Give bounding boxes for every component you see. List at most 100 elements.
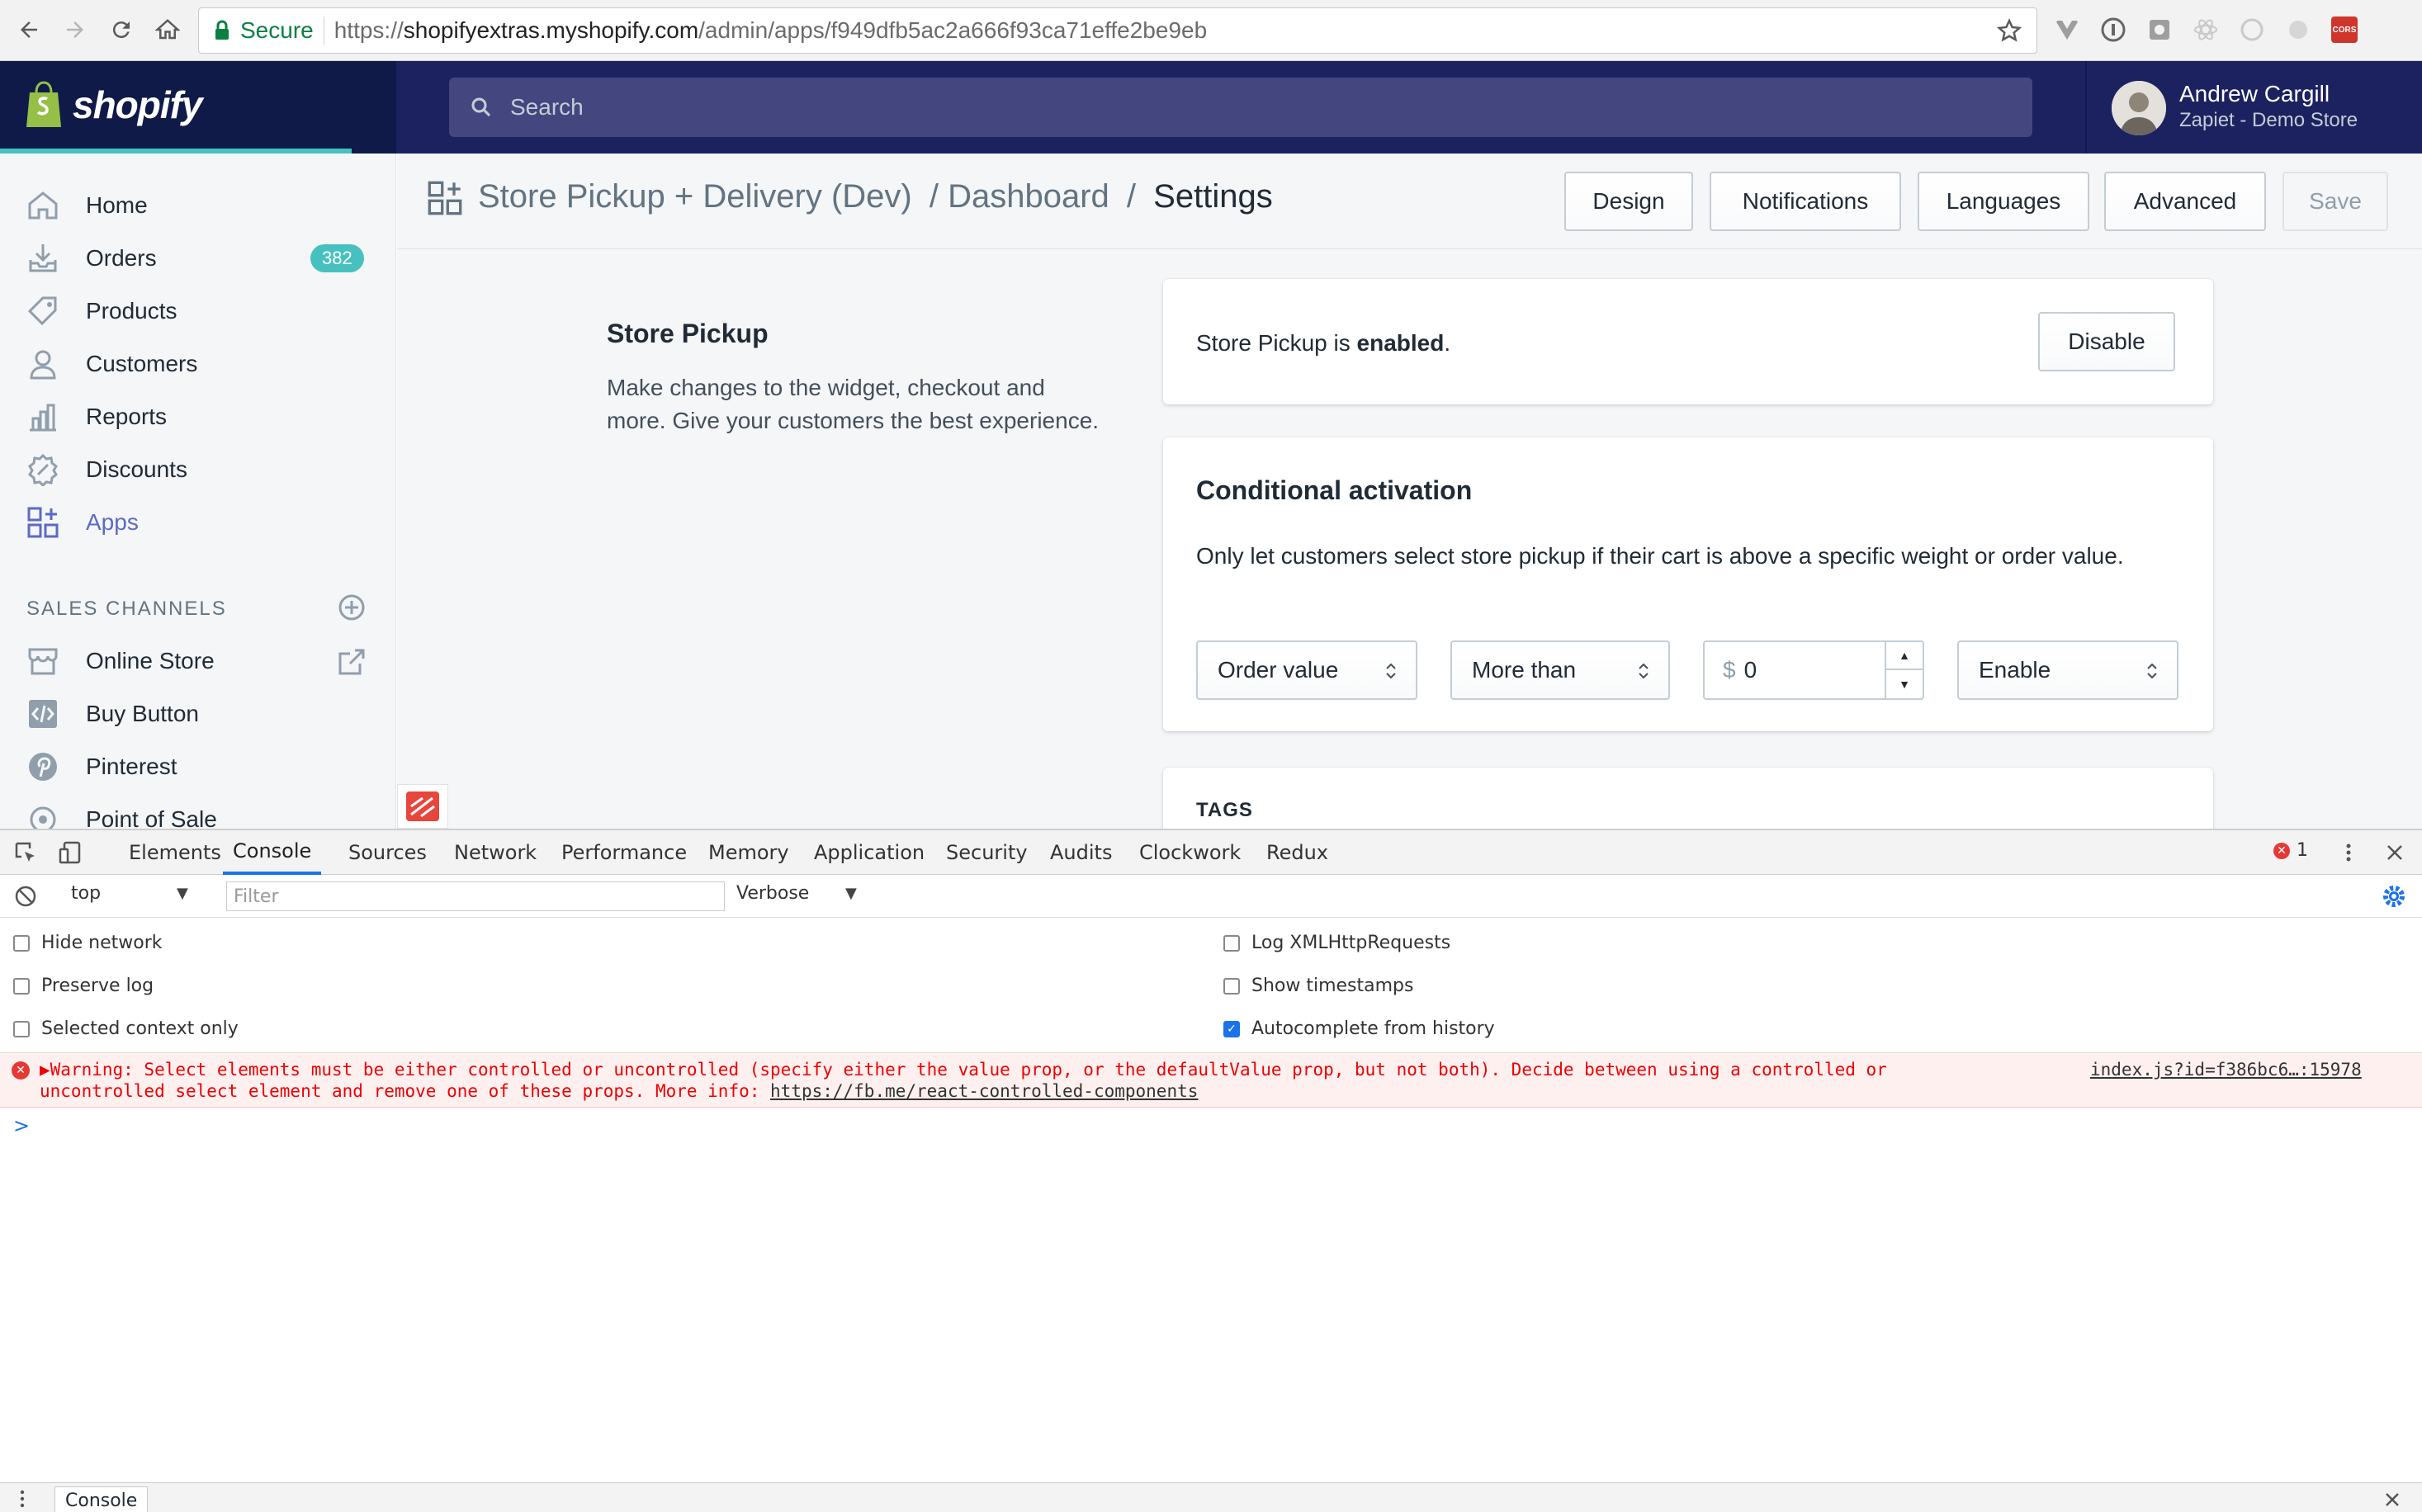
avatar[interactable] [2112,81,2166,135]
sidebar-item-point-of-sale[interactable]: Point of Sale [0,794,395,829]
grid-extension-icon[interactable] [2146,17,2173,43]
vue-devtools-icon[interactable] [2054,17,2080,43]
languages-button[interactable]: Languages [1918,172,2089,231]
search-box[interactable] [449,78,2032,137]
context-select[interactable]: top [71,883,101,904]
search-input[interactable] [510,94,1996,120]
checkbox[interactable] [13,977,30,995]
tab-clockwork[interactable]: Clockwork [1139,830,1241,875]
tab-network[interactable]: Network [454,830,537,875]
sidebar-item-home[interactable]: Home [0,180,395,231]
comparator-select[interactable]: More than [1450,640,1670,700]
gear-icon[interactable] [2381,883,2407,910]
warning-link[interactable]: https://fb.me/react-controlled-component… [770,1081,1198,1101]
amount-field[interactable]: $ 0 ▲ ▼ [1703,640,1924,700]
tags-title: TAGS [1196,799,1253,821]
brand-bar: shopify [0,61,396,154]
save-button[interactable]: Save [2282,172,2388,231]
tab-console[interactable]: Console [223,830,322,875]
sidebar-item-orders[interactable]: Orders 382 [0,233,395,284]
source-link[interactable]: index.js?id=f386bc6…:15978 [2090,1060,2362,1080]
close-drawer-icon[interactable] [2382,1490,2402,1510]
warning-text-line-1[interactable]: ▶Warning: Select elements must be either… [40,1060,1887,1080]
checkbox-checked[interactable]: ✓ [1223,1020,1240,1037]
checkbox[interactable] [13,1020,30,1037]
sidebar-item-label: Online Store [86,648,215,673]
back-button[interactable] [13,14,45,45]
app-widget-launcher[interactable] [397,784,448,829]
notifications-button[interactable]: Notifications [1710,172,1901,231]
sidebar-item-products[interactable]: Products [0,286,395,337]
tab-memory[interactable]: Memory [708,830,789,875]
amount-value[interactable]: 0 [1744,657,1757,683]
error-counter[interactable]: ✕ 1 [2273,840,2308,861]
selected-context-option[interactable]: Selected context only [13,1018,239,1039]
shopify-logo[interactable]: shopify [23,81,203,129]
console-prompt[interactable]: > [13,1114,30,1137]
tab-sources[interactable]: Sources [348,830,427,875]
tab-redux[interactable]: Redux [1266,830,1328,875]
forward-button[interactable] [59,14,91,45]
design-button[interactable]: Design [1564,172,1693,231]
more-options-icon[interactable] [2336,840,2361,865]
checkbox[interactable] [13,934,30,952]
filter-input[interactable]: Filter [226,881,725,911]
sidebar-item-reports[interactable]: Reports [0,391,395,442]
user-store[interactable]: Zapiet - Demo Store [2179,109,2358,132]
tab-audits[interactable]: Audits [1050,830,1112,875]
autocomplete-option[interactable]: ✓ Autocomplete from history [1223,1018,1495,1039]
redux-devtools-icon[interactable] [2239,17,2265,43]
hide-network-option[interactable]: Hide network [13,933,163,953]
sidebar: Home Orders 382 Products Customers Repor… [0,154,396,829]
tab-application[interactable]: Application [814,830,925,875]
tab-performance[interactable]: Performance [561,830,687,875]
external-link-icon[interactable] [337,647,367,677]
address-bar[interactable]: Secure https://shopifyextras.myshopify.c… [198,7,2037,54]
reload-button[interactable] [106,14,137,45]
stepper-up-icon[interactable]: ▲ [1886,642,1923,670]
comparator-select-value: More than [1472,657,1577,683]
drawer-tab-console[interactable]: Console [54,1486,149,1512]
device-toolbar-icon[interactable] [58,840,83,865]
action-select[interactable]: Enable [1957,640,2178,700]
sidebar-item-customers[interactable]: Customers [0,338,395,390]
log-xhr-option[interactable]: Log XMLHttpRequests [1223,933,1450,953]
add-circle-icon[interactable] [337,593,367,622]
advanced-button[interactable]: Advanced [2104,172,2266,231]
inspect-element-icon[interactable] [13,840,38,865]
show-timestamps-option[interactable]: Show timestamps [1223,976,1414,996]
user-name[interactable]: Andrew Cargill [2179,81,2330,107]
lock-icon [215,20,229,40]
checkbox[interactable] [1223,977,1240,995]
tab-elements[interactable]: Elements [129,830,221,875]
sidebar-item-apps[interactable]: Apps [0,497,395,548]
info-extension-icon[interactable] [2100,17,2126,43]
option-label: Show timestamps [1251,976,1414,996]
clear-console-icon[interactable] [13,884,38,909]
log-level-select[interactable]: Verbose [736,883,809,904]
preserve-log-option[interactable]: Preserve log [13,976,154,996]
dropdown-caret-icon[interactable]: ▼ [845,885,857,902]
drawer-menu-icon[interactable] [17,1488,28,1510]
breadcrumb-app-link[interactable]: Store Pickup + Delivery (Dev) [478,178,912,215]
react-devtools-icon[interactable] [2193,17,2219,43]
sidebar-item-buy-button[interactable]: Buy Button [0,688,395,739]
home-button[interactable] [152,14,183,45]
sidebar-item-pinterest[interactable]: Pinterest [0,741,395,792]
bookmark-star-icon[interactable] [1997,18,2022,43]
stepper-down-icon[interactable]: ▼ [1886,670,1923,698]
tab-security[interactable]: Security [946,830,1028,875]
checkbox[interactable] [1223,934,1240,952]
divider [2085,61,2087,154]
amount-stepper[interactable]: ▲ ▼ [1885,642,1923,698]
person-icon [30,350,56,380]
disable-button[interactable]: Disable [2038,312,2175,371]
cors-extension-icon[interactable]: CORS [2331,17,2358,43]
puzzle-extension-icon[interactable] [2285,17,2311,43]
breadcrumb-dashboard-link[interactable]: Dashboard [948,178,1109,215]
dropdown-caret-icon[interactable]: ▼ [177,885,188,902]
metric-select[interactable]: Order value [1196,640,1417,700]
sidebar-item-label: Discounts [86,456,187,482]
close-icon[interactable] [2382,840,2407,865]
sidebar-item-discounts[interactable]: Discounts [0,444,395,495]
